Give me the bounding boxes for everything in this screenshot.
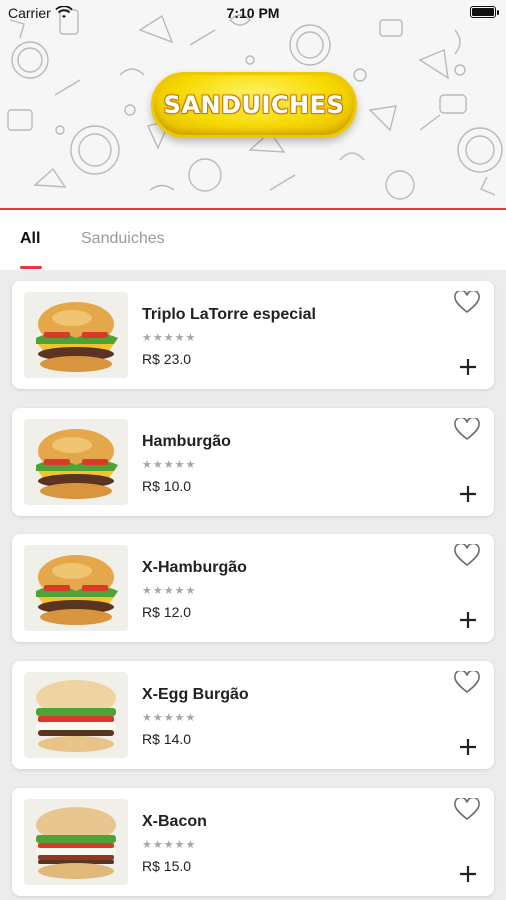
tab-all[interactable]: All [20,230,40,248]
product-price: R$ 12.0 [142,604,192,620]
header-banner: Carrier 7:10 PM SANDUICHES [0,0,506,210]
product-image-burger[interactable] [24,292,128,378]
heart-outline-icon[interactable] [454,418,480,442]
product-price: R$ 14.0 [142,731,192,747]
product-image-burger[interactable] [24,672,128,758]
product-card[interactable]: X-Hamburgão ★★★★★ R$ 12.0 [12,534,494,642]
product-card[interactable]: X-Bacon ★★★★★ R$ 15.0 [12,788,494,896]
heart-outline-icon[interactable] [454,291,480,315]
product-rating-stars: ★★★★★ [142,712,197,724]
plus-icon[interactable] [458,610,478,630]
product-card[interactable]: Hamburgão ★★★★★ R$ 10.0 [12,408,494,516]
plus-icon[interactable] [458,737,478,757]
product-price: R$ 15.0 [142,858,192,874]
brand-logo-text: SANDUICHES [163,91,345,119]
brand-logo: SANDUICHES [151,72,357,138]
battery-icon [470,6,499,18]
product-price: R$ 23.0 [142,351,192,367]
product-rating-stars: ★★★★★ [142,585,197,597]
product-card[interactable]: X-Egg Burgão ★★★★★ R$ 14.0 [12,661,494,769]
product-price: R$ 10.0 [142,478,192,494]
heart-outline-icon[interactable] [454,798,480,822]
tab-sanduiches[interactable]: Sanduiches [81,230,165,248]
plus-icon[interactable] [458,357,478,377]
plus-icon[interactable] [458,864,478,884]
product-rating-stars: ★★★★★ [142,839,197,851]
product-image-burger[interactable] [24,545,128,631]
product-image-burger[interactable] [24,419,128,505]
active-tab-indicator [20,266,42,269]
product-rating-stars: ★★★★★ [142,332,197,344]
product-name: Triplo LaTorre especial [142,306,316,323]
product-card[interactable]: Triplo LaTorre especial ★★★★★ R$ 23.0 [12,281,494,389]
category-tabs: All Sanduiches [0,210,506,270]
product-rating-stars: ★★★★★ [142,459,197,471]
product-name: X-Hamburgão [142,559,247,576]
product-image-burger[interactable] [24,799,128,885]
status-bar: Carrier 7:10 PM [0,0,506,26]
product-name: X-Bacon [142,813,207,830]
heart-outline-icon[interactable] [454,544,480,568]
plus-icon[interactable] [458,484,478,504]
product-name: Hamburgão [142,433,231,450]
heart-outline-icon[interactable] [454,671,480,695]
product-name: X-Egg Burgão [142,686,249,703]
status-time: 7:10 PM [226,5,280,21]
